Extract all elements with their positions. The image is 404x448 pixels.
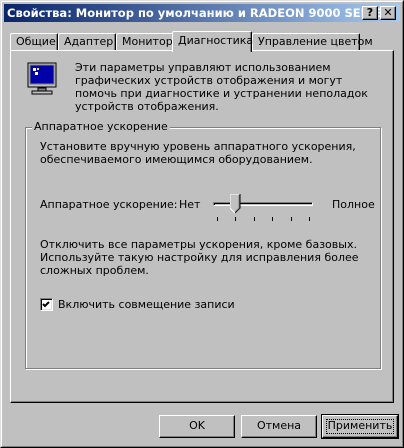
slider-max-label: Полное xyxy=(332,198,375,211)
tab-color-management[interactable]: Управление цветом xyxy=(252,33,373,50)
group-title: Аппаратное ускорение xyxy=(32,120,170,133)
acceleration-label: Аппаратное ускорение: xyxy=(40,198,178,211)
tab-label: Общие xyxy=(16,35,56,48)
slider-tick xyxy=(235,217,236,221)
tab-label: Управление цветом xyxy=(258,35,373,48)
acceleration-slider-track[interactable] xyxy=(213,202,313,206)
acceleration-hint: Отключить все параметры ускорения, кроме… xyxy=(40,238,359,277)
apply-button[interactable]: Применить xyxy=(321,414,399,439)
tab-label: Адаптер xyxy=(64,35,114,48)
tab-label: Монитор xyxy=(122,35,173,48)
close-icon: ✕ xyxy=(383,6,393,19)
slider-tick xyxy=(309,217,310,221)
slider-tick xyxy=(291,217,292,221)
properties-dialog: Свойства: Монитор по умолчанию и RADEON … xyxy=(0,0,404,448)
help-icon: ? xyxy=(366,6,374,19)
group-description: Установите вручную уровень аппаратного у… xyxy=(40,140,356,166)
intro-text: Эти параметры управляют использованием г… xyxy=(75,61,368,113)
diagnostics-panel: Эти параметры управляют использованием г… xyxy=(10,50,394,403)
slider-min-label: Нет xyxy=(179,198,201,211)
slider-tick xyxy=(272,217,273,221)
tab-monitor[interactable]: Монитор xyxy=(116,33,174,50)
monitor-icon xyxy=(27,62,57,95)
hardware-acceleration-group: Аппаратное ускорение Установите вручную … xyxy=(25,120,381,369)
ok-button[interactable]: OK xyxy=(159,415,235,438)
slider-tick xyxy=(254,217,255,221)
help-button[interactable]: ? xyxy=(362,6,378,20)
cancel-button[interactable]: Отмена xyxy=(241,415,317,438)
close-button[interactable]: ✕ xyxy=(380,6,396,20)
title-bar[interactable]: Свойства: Монитор по умолчанию и RADEON … xyxy=(4,4,400,22)
slider-tick xyxy=(217,217,218,221)
tab-general[interactable]: Общие xyxy=(10,33,58,50)
cancel-button-label: Отмена xyxy=(256,419,302,432)
acceleration-slider-thumb[interactable] xyxy=(230,194,241,214)
write-combining-label[interactable]: Включить совмещение записи xyxy=(58,298,235,311)
apply-focus-ring xyxy=(326,419,394,434)
write-combining-checkbox[interactable] xyxy=(40,298,53,311)
checkmark-icon xyxy=(42,301,50,308)
tab-adapter[interactable]: Адаптер xyxy=(58,33,116,50)
window-title: Свойства: Монитор по умолчанию и RADEON … xyxy=(7,6,390,20)
tab-label: Диагностика xyxy=(178,34,254,47)
tab-diagnostics[interactable]: Диагностика xyxy=(172,31,254,52)
ok-button-label: OK xyxy=(189,419,205,432)
